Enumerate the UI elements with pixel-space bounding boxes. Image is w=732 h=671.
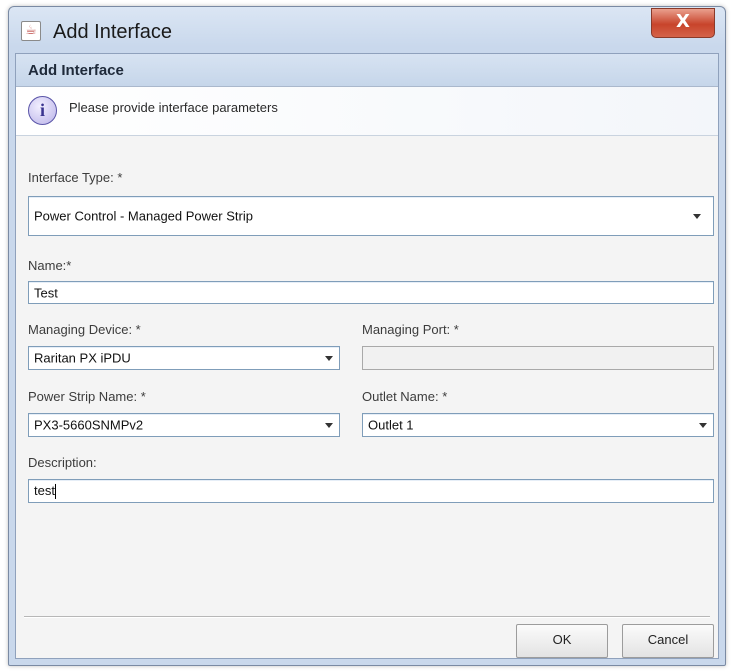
chevron-down-icon [693,214,701,219]
description-input[interactable]: test [28,479,714,503]
close-button[interactable]: X [651,8,715,38]
managing-device-select[interactable]: Raritan PX iPDU [28,346,340,370]
interface-type-label: Interface Type: * [28,170,123,185]
chevron-down-icon [325,423,333,428]
header-title: Add Interface [28,62,124,79]
window-title: Add Interface [53,21,172,43]
name-input[interactable]: Test [28,281,714,304]
info-icon: i [28,96,57,125]
description-text-wrap: test [34,482,56,500]
outlet-name-select[interactable]: Outlet 1 [362,413,714,437]
power-strip-name-label: Power Strip Name: * [28,389,146,404]
outlet-name-value: Outlet 1 [368,417,414,433]
name-value: Test [34,285,58,300]
chevron-down-icon [699,423,707,428]
managing-device-label: Managing Device: * [28,322,141,337]
power-strip-name-select[interactable]: PX3-5660SNMPv2 [28,413,340,437]
managing-device-value: Raritan PX iPDU [34,350,131,366]
name-label: Name:* [28,258,72,273]
power-strip-name-value: PX3-5660SNMPv2 [34,417,144,433]
interface-type-value: Power Control - Managed Power Strip [34,208,253,224]
managing-port-label: Managing Port: * [362,322,459,337]
add-interface-dialog: ☕ Add Interface X Add Interface i Please… [8,6,726,666]
dialog-content: Add Interface i Please provide interface… [15,53,719,659]
description-value: test [34,482,55,498]
description-label: Description: [28,455,97,470]
java-cup-icon: ☕ [21,21,41,41]
info-message: Please provide interface parameters [69,100,278,115]
dialog-header: Add Interface [16,54,718,87]
cancel-button[interactable]: Cancel [622,624,714,658]
outlet-name-label: Outlet Name: * [362,389,448,404]
chevron-down-icon [325,356,333,361]
info-banner: i Please provide interface parameters [16,87,718,136]
footer-divider [24,616,710,618]
managing-port-field [362,346,714,370]
title-bar[interactable]: ☕ Add Interface X [9,7,725,53]
interface-type-select[interactable]: Power Control - Managed Power Strip [28,196,714,236]
ok-button[interactable]: OK [516,624,608,658]
text-caret [54,484,56,500]
